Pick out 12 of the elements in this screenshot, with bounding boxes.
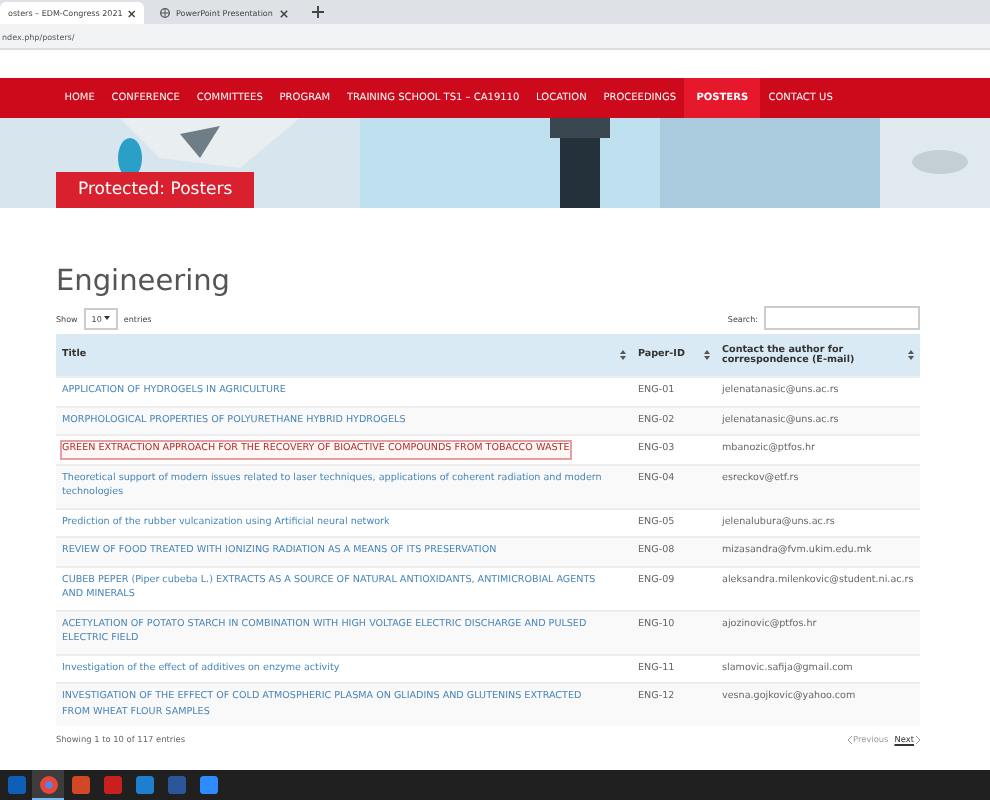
taskbar-button[interactable] xyxy=(32,770,64,800)
dropdown-caret-icon[interactable] xyxy=(103,316,110,320)
section-heading: Engineering xyxy=(56,266,232,298)
search-field[interactable] xyxy=(764,306,920,330)
new-tab-icon[interactable] xyxy=(312,6,324,18)
sort-icon[interactable] xyxy=(908,350,914,360)
page-title: Protected: Posters xyxy=(56,172,255,208)
globe-icon xyxy=(160,8,170,18)
close-icon[interactable] xyxy=(280,9,288,17)
sort-icon[interactable] xyxy=(704,350,710,360)
sort-icon[interactable] xyxy=(620,350,626,360)
close-icon[interactable] xyxy=(128,9,136,17)
